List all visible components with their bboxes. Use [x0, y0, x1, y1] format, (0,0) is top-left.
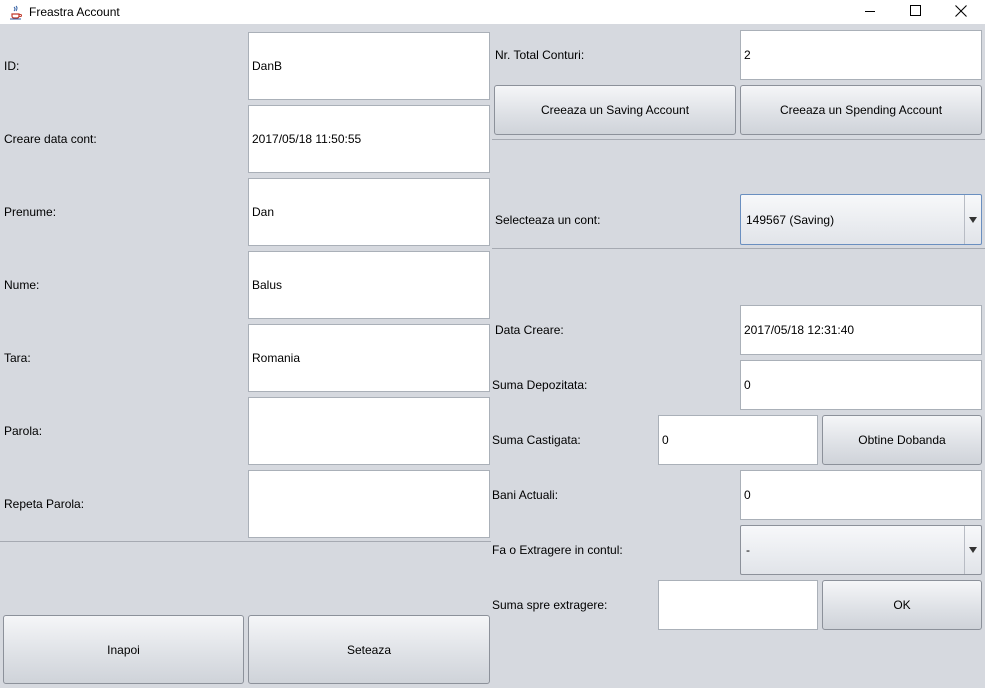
current-money-label: Bani Actuali: [492, 488, 559, 502]
deposited-amount-field[interactable]: 0 [740, 360, 982, 410]
password-label: Parola: [4, 424, 43, 438]
get-interest-button[interactable]: Obtine Dobanda [822, 415, 982, 465]
create-saving-account-button[interactable]: Creeaza un Saving Account [494, 85, 736, 135]
repeat-password-field[interactable] [248, 470, 490, 538]
withdraw-account-select-value: - [746, 543, 750, 557]
account-creation-date-field[interactable]: 2017/05/18 12:31:40 [740, 305, 982, 355]
withdraw-account-label: Fa o Extragere in contul: [492, 543, 623, 557]
first-name-label: Prenume: [4, 205, 57, 219]
maximize-button[interactable] [892, 0, 938, 24]
country-field[interactable]: Romania [248, 324, 490, 392]
left-separator [0, 541, 491, 542]
close-icon [955, 4, 967, 20]
total-accounts-field[interactable]: 2 [740, 30, 982, 80]
minimize-button[interactable] [847, 0, 893, 24]
title-bar: Freastra Account [0, 0, 985, 24]
chevron-down-icon[interactable] [964, 195, 981, 244]
current-money-field[interactable]: 0 [740, 470, 982, 520]
withdraw-amount-field[interactable] [658, 580, 818, 630]
account-select-value: 149567 (Saving) [746, 212, 835, 227]
creation-date-label: Creare data cont: [4, 132, 97, 146]
minimize-icon [865, 5, 875, 19]
earned-amount-label: Suma Castigata: [492, 433, 581, 447]
withdraw-amount-label: Suma spre extragere: [492, 598, 608, 612]
id-field[interactable]: DanB [248, 32, 490, 100]
set-button[interactable]: Seteaza [248, 615, 490, 684]
creation-date-account-label: Data Creare: [495, 323, 564, 337]
country-label: Tara: [4, 351, 31, 365]
earned-amount-field[interactable]: 0 [658, 415, 818, 465]
back-button[interactable]: Inapoi [3, 615, 244, 684]
last-name-field[interactable]: Balus [248, 251, 490, 319]
withdraw-account-select[interactable]: - [740, 525, 982, 575]
id-label: ID: [4, 59, 20, 73]
ok-button[interactable]: OK [822, 580, 982, 630]
window-title: Freastra Account [29, 5, 120, 19]
deposited-amount-label: Suma Depozitata: [492, 378, 588, 392]
last-name-label: Nume: [4, 278, 40, 292]
right-separator-2 [492, 248, 985, 249]
java-app-icon [8, 4, 24, 20]
repeat-password-label: Repeta Parola: [4, 497, 85, 511]
maximize-icon [909, 5, 921, 19]
account-select[interactable]: 149567 (Saving) [740, 194, 982, 245]
total-accounts-label: Nr. Total Conturi: [495, 48, 585, 62]
close-button[interactable] [938, 0, 984, 24]
password-field[interactable] [248, 397, 490, 465]
select-account-label: Selecteaza un cont: [495, 213, 601, 227]
right-separator-1 [492, 139, 985, 140]
chevron-down-icon[interactable] [964, 526, 981, 574]
create-spending-account-button[interactable]: Creeaza un Spending Account [740, 85, 982, 135]
creation-date-field[interactable]: 2017/05/18 11:50:55 [248, 105, 490, 173]
first-name-field[interactable]: Dan [248, 178, 490, 246]
